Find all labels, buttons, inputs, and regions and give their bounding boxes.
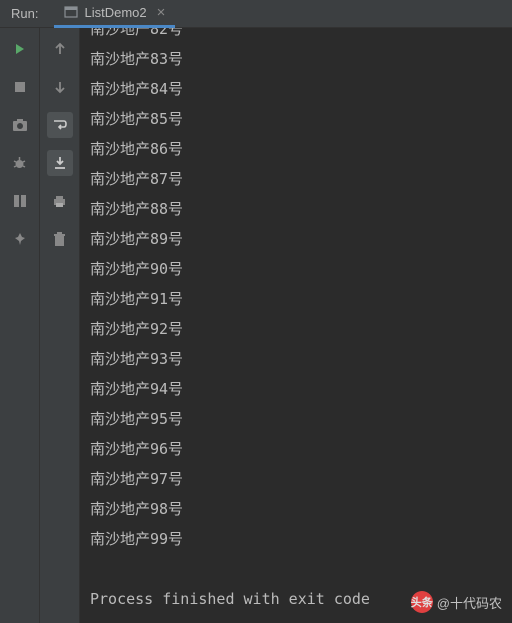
watermark-badge: 头条 (411, 591, 433, 613)
console-line: 南沙地产95号 (90, 404, 512, 434)
print-icon[interactable] (47, 188, 73, 214)
console-line: 南沙地产85号 (90, 104, 512, 134)
run-label: Run: (3, 6, 46, 21)
watermark-author: @十代码农 (437, 593, 502, 612)
run-config-icon (64, 5, 78, 19)
empty-line (90, 554, 512, 584)
left-toolbar (0, 28, 40, 623)
console-line: 南沙地产99号 (90, 524, 512, 554)
console-line: 南沙地产93号 (90, 344, 512, 374)
trash-icon[interactable] (47, 226, 73, 252)
console-line: 南沙地产97号 (90, 464, 512, 494)
console-line: 南沙地产83号 (90, 44, 512, 74)
close-icon[interactable]: × (157, 4, 166, 21)
console-line: 南沙地产84号 (90, 74, 512, 104)
console-line: 南沙地产94号 (90, 374, 512, 404)
run-tab[interactable]: ListDemo2 × (54, 0, 175, 28)
camera-icon[interactable] (7, 112, 33, 138)
console-output[interactable]: 南沙地产82号 南沙地产83号 南沙地产84号 南沙地产85号 南沙地产86号 … (80, 28, 512, 623)
scroll-up-icon[interactable] (47, 36, 73, 62)
run-header: Run: ListDemo2 × (0, 0, 512, 28)
console-line: 南沙地产88号 (90, 194, 512, 224)
debug-icon[interactable] (7, 150, 33, 176)
console-line: 南沙地产96号 (90, 434, 512, 464)
layout-icon[interactable] (7, 188, 33, 214)
console-line: 南沙地产91号 (90, 284, 512, 314)
console-line: 南沙地产82号 (90, 28, 512, 44)
run-button[interactable] (7, 36, 33, 62)
console-line: 南沙地产87号 (90, 164, 512, 194)
stop-button[interactable] (7, 74, 33, 100)
tab-label: ListDemo2 (84, 5, 146, 20)
console-line: 南沙地产90号 (90, 254, 512, 284)
console-toolbar (40, 28, 80, 623)
main-area: 南沙地产82号 南沙地产83号 南沙地产84号 南沙地产85号 南沙地产86号 … (0, 28, 512, 623)
soft-wrap-icon[interactable] (47, 112, 73, 138)
console-line: 南沙地产92号 (90, 314, 512, 344)
console-line: 南沙地产86号 (90, 134, 512, 164)
watermark: 头条 @十代码农 (411, 591, 502, 613)
pin-icon[interactable] (7, 226, 33, 252)
scroll-to-end-icon[interactable] (47, 150, 73, 176)
scroll-down-icon[interactable] (47, 74, 73, 100)
console-line: 南沙地产98号 (90, 494, 512, 524)
console-line: 南沙地产89号 (90, 224, 512, 254)
